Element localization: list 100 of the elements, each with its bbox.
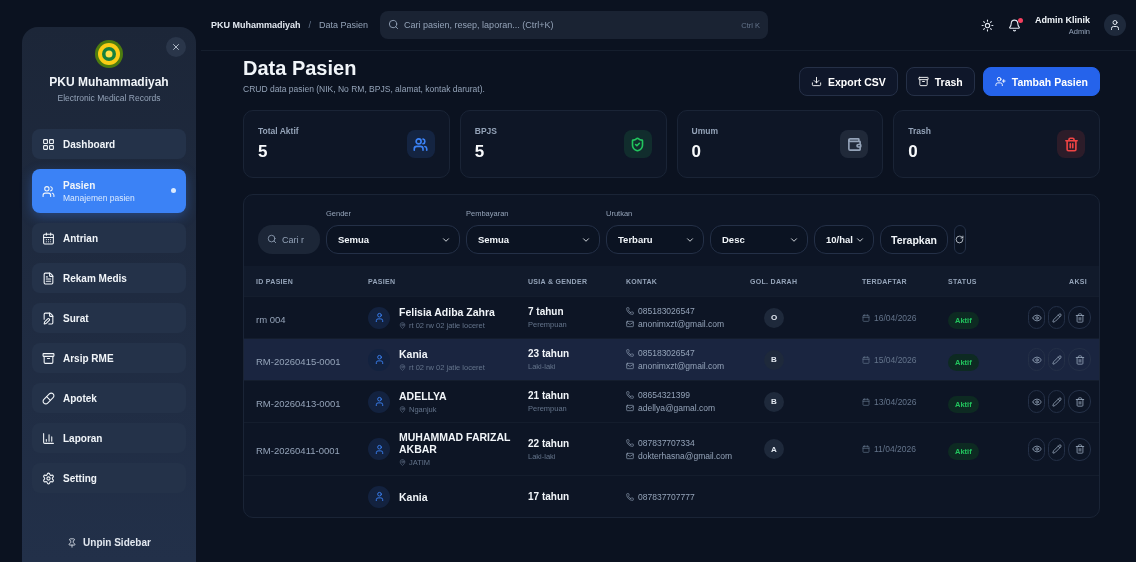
filter-select[interactable]: Terbaru [606,225,704,254]
nav-label: Laporan [63,432,103,444]
delete-button[interactable] [1068,306,1091,329]
date-text: 13/04/2026 [874,396,917,407]
phone-icon [626,391,634,399]
eye-icon [1031,444,1042,454]
brand-tagline: Electronic Medical Records [56,93,162,103]
breadcrumb-item[interactable]: PKU Muhammadiyah [211,20,301,30]
document-icon [42,271,55,285]
delete-button[interactable] [1068,437,1091,461]
patient-id: RM-20260415-0001 [256,355,341,367]
stat-label: Total Aktif [258,126,299,136]
bell-icon [1008,18,1021,32]
stat-label: BPJS [474,126,497,136]
map-pin-icon [399,459,406,466]
nav-label: Dashboard [63,138,116,150]
blood-type: B [764,349,784,370]
nav-item[interactable]: Antrian [32,223,186,253]
filter-select[interactable]: 10/hal [814,225,874,254]
patient-name: MUHAMMAD FARIZAL AKBAR [399,431,512,455]
patient-age: 21 tahun [528,390,571,401]
refresh-icon [955,235,965,244]
users-icon [42,184,55,198]
pill-icon [42,391,55,405]
nav-item[interactable]: Rekam Medis [32,263,186,293]
patient-id: rm 004 [256,313,286,325]
patient-age: 23 tahun [528,348,571,359]
map-pin-icon [399,363,406,371]
delete-button[interactable] [1068,390,1091,413]
eye-icon [1031,354,1042,365]
blood-type: A [764,439,784,459]
archive-icon [42,351,55,365]
theme-toggle[interactable] [981,18,994,32]
stat-label: Umum [691,126,718,136]
user-icon [373,396,385,407]
page-subtitle: CRUD data pasien (NIK, No RM, BPJS, alamat, kontak darurat). [243,84,485,94]
calendar-icon [862,313,870,322]
filter-select[interactable]: Desc [710,225,808,254]
pen-document-icon [42,311,55,325]
pencil-icon [1051,312,1062,323]
nav-label: Setting [63,472,97,484]
breadcrumb-separator: / [308,20,312,30]
patient-id: RM-20260411-0001 [256,445,340,456]
trash-icon [1074,396,1085,407]
export-button[interactable]: Export CSV [798,67,898,96]
delete-button[interactable] [1068,348,1091,371]
stat-value: 5 [258,142,269,162]
map-pin-icon [399,405,406,413]
calendar-icon [862,445,870,453]
nav-label: Antrian [63,232,98,244]
breadcrumb-item: Data Pasien [319,20,369,30]
close-button[interactable] [166,37,186,57]
mail-icon [626,404,634,412]
avatar-button[interactable] [1104,14,1126,36]
stat-value: 0 [908,142,919,162]
add-button[interactable]: Tambah Pasien [982,67,1100,96]
notification-button[interactable] [1008,18,1021,32]
date-text: 16/04/2026 [874,312,917,323]
stat-value: 0 [691,142,702,162]
unpin-button[interactable]: Unpin Sidebar [63,533,155,552]
patient-age: 17 tahun [528,491,571,502]
blood-type: B [764,391,784,412]
table-row[interactable]: Kania 17 tahun 087837707777 [244,475,1099,517]
patient-age: 7 tahun [528,306,565,317]
calendar-icon [862,397,870,406]
phone-icon [626,492,634,501]
user-icon [1109,19,1121,31]
patient-age: 22 tahun [528,437,571,449]
sun-icon [981,18,994,32]
stat-label: Trash [908,126,931,136]
stat-value: 5 [474,142,486,162]
reset-button[interactable] [953,225,966,254]
map-pin-icon [399,321,406,329]
nav-item[interactable]: Setting [32,463,186,493]
user-icon [373,491,385,502]
nav-item[interactable]: Dashboard [32,129,186,159]
search-icon [267,234,277,244]
patient-id: RM-20260413-0001 [256,397,341,409]
trash-button[interactable]: Trash [905,67,975,96]
patient-name: ADELLYA [399,389,447,402]
nav-item[interactable]: Apotek [32,383,186,413]
eye-icon [1031,396,1042,407]
user-name: Admin Klinik [1035,14,1090,25]
filter-search-field[interactable]: Cari r [258,225,320,254]
nav-label: Apotek [63,392,97,404]
apply-button[interactable]: Terapkan [880,225,948,254]
nav-item[interactable]: Arsip RME [32,343,186,373]
nav-item[interactable]: Surat [32,303,186,333]
mail-icon [626,362,634,370]
patient-name: Felisia Adiba Zahra [399,305,495,318]
user-plus-icon [994,76,1006,87]
search-icon [388,19,400,30]
brand-name: PKU Muhammadiyah [48,75,170,89]
filter-select[interactable]: Semua [466,225,600,254]
filter-select[interactable]: Semua [326,225,460,254]
download-icon [810,76,822,87]
logo-icon [94,39,124,69]
archive-icon [917,76,929,87]
nav-item[interactable]: Laporan [32,423,186,453]
phone-icon [626,438,634,447]
